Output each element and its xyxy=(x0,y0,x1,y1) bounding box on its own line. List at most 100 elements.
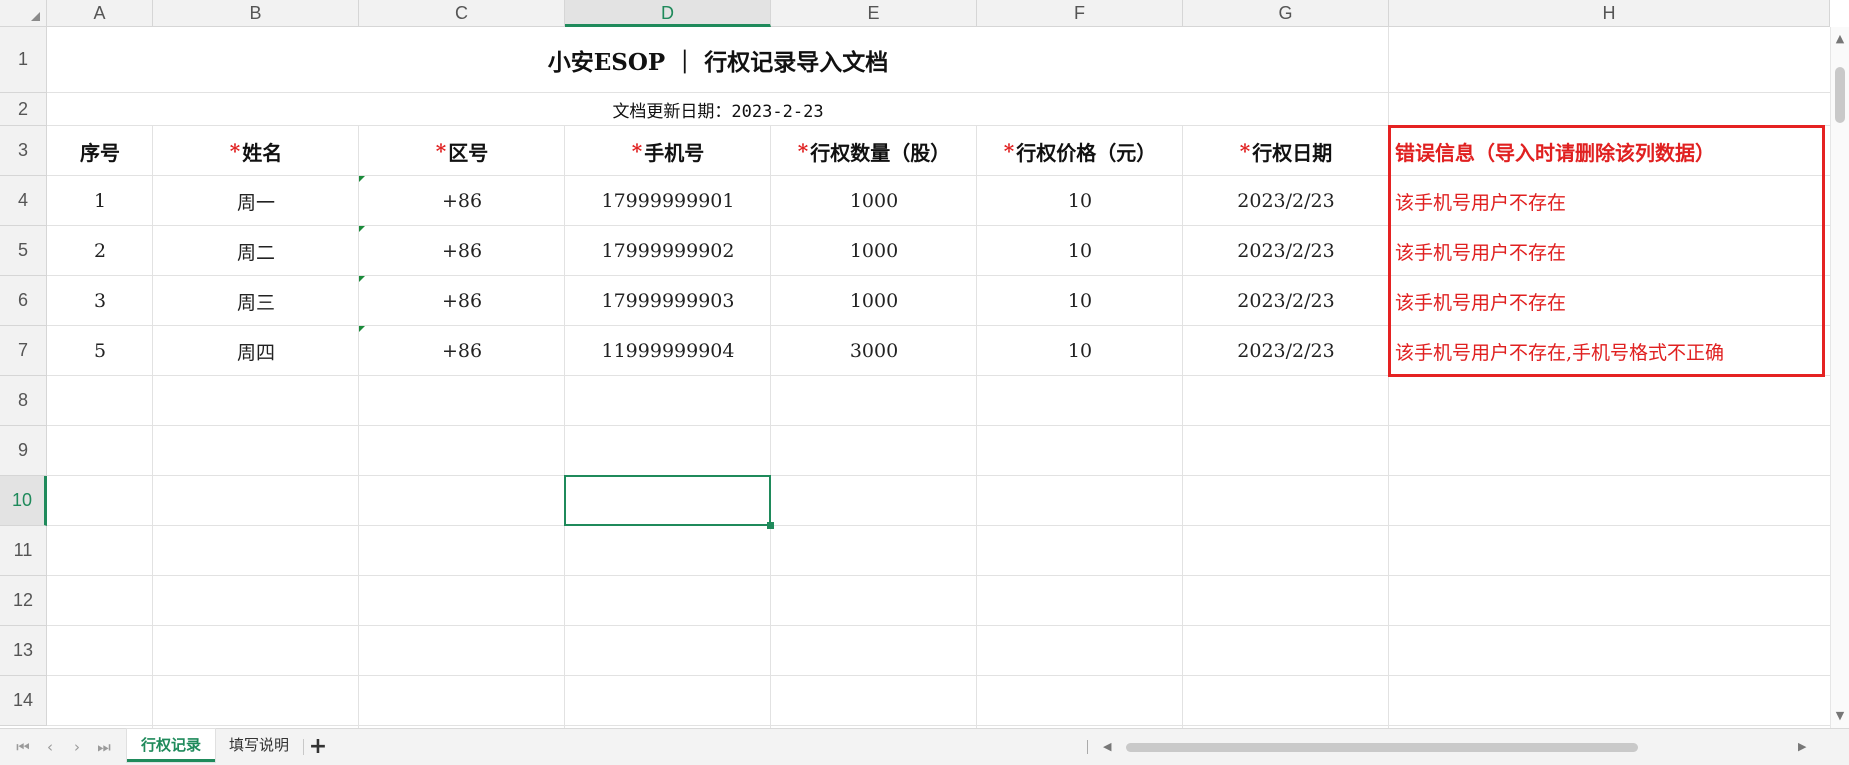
row-gridline xyxy=(47,725,1830,726)
header-quantity-text: 行权数量（股） xyxy=(810,140,951,165)
column-header-b[interactable]: B xyxy=(153,0,359,27)
row-header-1[interactable]: 1 xyxy=(0,27,47,93)
row-header-6[interactable]: 6 xyxy=(0,276,47,326)
vertical-scroll-thumb[interactable] xyxy=(1835,67,1845,123)
cell-area-code[interactable]: +86 xyxy=(359,226,565,276)
column-header-d[interactable]: D xyxy=(565,0,771,27)
row-header-9[interactable]: 9 xyxy=(0,426,47,476)
cell-name[interactable]: 周二 xyxy=(153,226,359,276)
error-column-highlight xyxy=(1388,125,1825,377)
row-gridline xyxy=(47,525,1830,526)
header-area-code[interactable]: * 区号 xyxy=(359,126,565,176)
cell-date[interactable]: 2023/2/23 xyxy=(1183,326,1389,376)
cell-phone[interactable]: 17999999901 xyxy=(565,176,771,226)
cell-index[interactable]: 5 xyxy=(47,326,153,376)
column-header-a[interactable]: A xyxy=(47,0,153,27)
vertical-scrollbar[interactable]: ▲ ▼ xyxy=(1830,27,1849,728)
horizontal-scroll-thumb[interactable] xyxy=(1126,743,1638,752)
select-all-corner[interactable] xyxy=(0,0,47,27)
required-asterisk: * xyxy=(1003,139,1015,163)
sheet-tab-bar: ⏮ ‹ › ⏭ 行权记录 填写说明 + ◀ ▶ xyxy=(0,728,1849,765)
scroll-left-icon[interactable]: ◀ xyxy=(1103,737,1111,757)
row-header-14[interactable]: 14 xyxy=(0,676,47,726)
row-header-5[interactable]: 5 xyxy=(0,226,47,276)
header-phone[interactable]: * 手机号 xyxy=(565,126,771,176)
prev-sheet-icon[interactable]: ‹ xyxy=(39,737,61,757)
row-header-13[interactable]: 13 xyxy=(0,626,47,676)
cell-name[interactable]: 周一 xyxy=(153,176,359,226)
cell-area-code[interactable]: +86 xyxy=(359,176,565,226)
tab-exercise-records[interactable]: 行权记录 xyxy=(127,729,215,762)
scrollbar-splitter[interactable] xyxy=(1087,740,1088,754)
cell-price[interactable]: 10 xyxy=(977,176,1183,226)
fill-handle[interactable] xyxy=(767,522,774,529)
row-header-11[interactable]: 11 xyxy=(0,526,47,576)
required-asterisk: * xyxy=(631,139,643,163)
text-number-indicator-icon xyxy=(359,326,365,332)
header-date[interactable]: * 行权日期 xyxy=(1183,126,1389,176)
sheet-title[interactable]: 小安ESOP ｜ 行权记录导入文档 xyxy=(47,27,1389,93)
header-price[interactable]: * 行权价格（元） xyxy=(977,126,1183,176)
cell-price[interactable]: 10 xyxy=(977,326,1183,376)
header-area-code-text: 区号 xyxy=(448,140,489,165)
active-cell-selection[interactable] xyxy=(564,475,771,526)
column-header-g[interactable]: G xyxy=(1183,0,1389,27)
cell-phone[interactable]: 17999999902 xyxy=(565,226,771,276)
cell-quantity[interactable]: 1000 xyxy=(771,226,977,276)
add-sheet-button[interactable]: + xyxy=(307,735,329,759)
scroll-down-icon[interactable]: ▼ xyxy=(1831,708,1849,724)
cell-name[interactable]: 周三 xyxy=(153,276,359,326)
cell-date[interactable]: 2023/2/23 xyxy=(1183,176,1389,226)
sheet-updated-date[interactable]: 文档更新日期：2023-2-23 xyxy=(47,93,1389,126)
cell-index[interactable]: 1 xyxy=(47,176,153,226)
horizontal-scrollbar[interactable] xyxy=(1120,743,1790,752)
cell-phone[interactable]: 11999999904 xyxy=(565,326,771,376)
column-header-h[interactable]: H xyxy=(1389,0,1830,27)
cell-quantity[interactable]: 1000 xyxy=(771,276,977,326)
column-header-e[interactable]: E xyxy=(771,0,977,27)
cell-index[interactable]: 3 xyxy=(47,276,153,326)
cell-date[interactable]: 2023/2/23 xyxy=(1183,226,1389,276)
column-header-bar: ABCDEFGH xyxy=(0,0,1830,27)
header-date-text: 行权日期 xyxy=(1252,140,1333,165)
tab-divider xyxy=(303,739,304,755)
scroll-right-icon[interactable]: ▶ xyxy=(1798,737,1806,757)
cell-area-code[interactable]: +86 xyxy=(359,326,565,376)
scroll-up-icon[interactable]: ▲ xyxy=(1831,31,1849,47)
required-asterisk: * xyxy=(435,139,447,163)
row-header-7[interactable]: 7 xyxy=(0,326,47,376)
cell-area-code[interactable]: +86 xyxy=(359,276,565,326)
text-number-indicator-icon xyxy=(359,226,365,232)
last-sheet-icon[interactable]: ⏭ xyxy=(93,737,115,757)
cell-price[interactable]: 10 xyxy=(977,226,1183,276)
select-all-triangle-icon xyxy=(31,12,40,21)
header-phone-text: 手机号 xyxy=(644,140,705,165)
row-header-10[interactable]: 10 xyxy=(0,476,47,526)
cell-index[interactable]: 2 xyxy=(47,226,153,276)
required-asterisk: * xyxy=(1239,139,1251,163)
row-gridline xyxy=(47,475,1830,476)
cell-price[interactable]: 10 xyxy=(977,276,1183,326)
cell-quantity[interactable]: 1000 xyxy=(771,176,977,226)
cell-grid[interactable]: 小安ESOP ｜ 行权记录导入文档 文档更新日期：2023-2-23 序号 * 姓名 * 区… xyxy=(47,27,1830,728)
row-header-2[interactable]: 2 xyxy=(0,93,47,126)
row-gridline xyxy=(47,425,1830,426)
first-sheet-icon[interactable]: ⏮ xyxy=(12,737,34,757)
cell-name[interactable]: 周四 xyxy=(153,326,359,376)
header-quantity[interactable]: * 行权数量（股） xyxy=(771,126,977,176)
row-header-8[interactable]: 8 xyxy=(0,376,47,426)
row-header-12[interactable]: 12 xyxy=(0,576,47,626)
column-header-f[interactable]: F xyxy=(977,0,1183,27)
next-sheet-icon[interactable]: › xyxy=(66,737,88,757)
cell-quantity[interactable]: 3000 xyxy=(771,326,977,376)
header-name[interactable]: * 姓名 xyxy=(153,126,359,176)
header-index[interactable]: 序号 xyxy=(47,126,153,176)
cell-phone[interactable]: 17999999903 xyxy=(565,276,771,326)
cell-date[interactable]: 2023/2/23 xyxy=(1183,276,1389,326)
column-header-c[interactable]: C xyxy=(359,0,565,27)
tab-fill-instructions[interactable]: 填写说明 xyxy=(217,729,301,762)
row-header-3[interactable]: 3 xyxy=(0,126,47,176)
text-number-indicator-icon xyxy=(359,276,365,282)
row-header-4[interactable]: 4 xyxy=(0,176,47,226)
row-gridline xyxy=(47,625,1830,626)
